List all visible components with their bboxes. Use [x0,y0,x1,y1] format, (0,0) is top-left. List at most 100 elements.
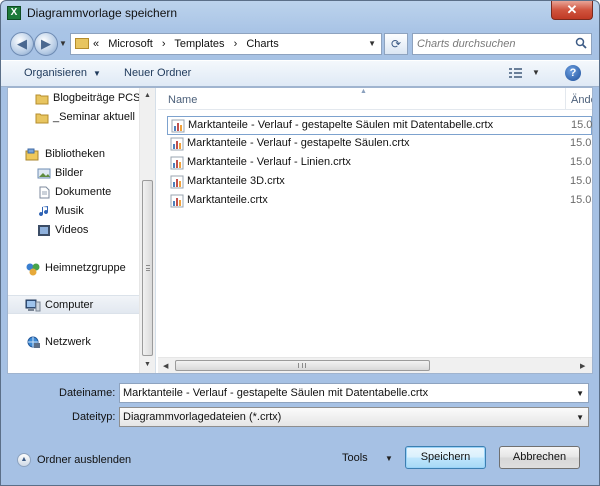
file-date: 15.05 [570,175,592,187]
nav-item-seminar[interactable]: _Seminar aktuell [8,108,138,127]
file-row[interactable]: Marktanteile 3D.crtx 15.05 [167,173,592,192]
excel-app-icon: X [7,6,21,20]
hide-folders-label: Ordner ausblenden [37,454,132,466]
chevron-down-icon[interactable]: ▼ [576,389,584,398]
scrollbar-thumb[interactable] [142,180,153,356]
address-bar[interactable]: « Microsoft › Templates › Charts ▼ [70,33,382,55]
nav-item-label: Videos [55,224,89,236]
command-toolbar: Organisieren ▼ Neuer Ordner ▼ ? [1,60,599,87]
computer-icon [25,299,41,315]
file-date: 15.05 [570,156,592,168]
nav-item-videos[interactable]: Videos [8,221,138,240]
change-view-icon[interactable] [508,67,524,82]
filename-field[interactable]: ▼ [119,383,589,403]
scroll-down-arrow-icon[interactable]: ▼ [144,361,151,368]
scroll-right-arrow-icon[interactable]: ▶ [580,362,585,370]
file-name: Marktanteile - Verlauf - gestapelte Säul… [188,119,494,131]
view-options-dropdown-icon[interactable]: ▼ [532,68,540,77]
nav-item-label: Musik [55,205,84,217]
chart-template-file-icon [170,137,184,151]
breadcrumb-separator[interactable]: › [162,38,166,50]
filetype-label: Dateityp: [72,411,116,423]
recent-locations-dropdown-icon[interactable]: ▼ [59,39,67,48]
pictures-icon [37,167,51,183]
homegroup-icon [25,262,41,279]
breadcrumb: « Microsoft › Templates › Charts [93,38,285,50]
save-button[interactable]: Speichern [405,446,486,469]
nav-item-label: Dokumente [55,186,112,198]
close-button[interactable]: ✕ [551,1,593,20]
chevron-down-icon[interactable]: ▼ [576,413,584,422]
file-row[interactable]: Marktanteile.crtx 15.05 [167,192,592,211]
address-dropdown-icon[interactable]: ▼ [368,39,376,48]
cancel-button[interactable]: Abbrechen [499,446,580,469]
network-icon [25,336,41,352]
search-box[interactable] [412,33,592,55]
file-name: Marktanteile.crtx [187,194,268,206]
back-button[interactable]: ◀ [10,32,34,56]
breadcrumb-item-charts[interactable]: Charts [246,38,278,50]
save-chart-template-dialog: X Diagrammvorlage speichern ✕ ◀ ▶ ▼ « Mi… [0,0,600,486]
help-icon[interactable]: ? [565,65,581,81]
new-folder-button[interactable]: Neuer Ordner [124,67,191,79]
tools-label: Tools [342,452,368,464]
nav-item-label: Computer [45,299,94,311]
forward-button[interactable]: ▶ [34,32,58,56]
scroll-up-arrow-icon[interactable]: ▲ [144,92,151,99]
filename-label: Dateiname: [59,387,116,399]
nav-item-computer[interactable]: Computer [8,295,140,314]
nav-item-network[interactable]: Netzwerk [8,333,138,352]
breadcrumb-item-microsoft[interactable]: Microsoft [108,38,153,50]
breadcrumb-overflow[interactable]: « [93,38,99,50]
scrollbar-thumb[interactable] [175,360,430,371]
chevron-down-icon: ▼ [93,69,101,78]
file-date: 15.05 [571,119,592,131]
chart-template-file-icon [170,175,184,189]
nav-item-music[interactable]: Musik [8,202,138,221]
libraries-icon [25,148,41,164]
breadcrumb-item-templates[interactable]: Templates [174,38,224,50]
scrollbar-grip-icon [146,265,150,271]
file-date: 15.05 [570,137,592,149]
chevron-down-icon: ▼ [385,454,393,463]
search-input[interactable] [417,37,567,51]
organize-label: Organisieren [24,67,87,79]
file-list: ▲ Name Ände Marktanteile - Verlauf - ges… [158,88,592,373]
nav-item-pictures[interactable]: Bilder [8,164,138,183]
videos-icon [37,224,51,240]
file-date: 15.05 [570,194,592,206]
file-name: Marktanteile - Verlauf - gestapelte Säul… [187,137,410,149]
file-row[interactable]: Marktanteile - Verlauf - gestapelte Säul… [167,135,592,154]
nav-item-label: Bilder [55,167,84,179]
search-icon[interactable] [575,37,587,52]
collapse-up-icon: ▲ [17,453,31,467]
refresh-button[interactable]: ⟳ [384,33,408,55]
breadcrumb-separator[interactable]: › [234,38,238,50]
nav-item-blogbeitraege[interactable]: Blogbeiträge PCS [8,89,140,108]
tools-menu[interactable]: Tools ▼ [342,451,397,469]
nav-item-libraries[interactable]: Bibliotheken [8,145,138,164]
filetype-value: Diagrammvorlagedateien (*.crtx) [123,411,282,423]
nav-item-homegroup[interactable]: Heimnetzgruppe [8,259,138,278]
nav-item-label: Bibliotheken [45,148,105,160]
column-header-name[interactable]: Name [168,94,197,106]
scroll-left-arrow-icon[interactable]: ◀ [163,362,168,370]
column-header-modified[interactable]: Ände [571,94,592,106]
filetype-select[interactable]: Diagrammvorlagedateien (*.crtx) ▼ [119,407,589,427]
chart-template-file-icon [170,156,184,170]
folder-icon [75,38,89,49]
column-header-row: ▲ Name Ände [158,88,592,110]
file-row[interactable]: Marktanteile - Verlauf - gestapelte Säul… [167,116,592,135]
column-divider[interactable] [565,88,566,110]
file-row[interactable]: Marktanteile - Verlauf - Linien.crtx 15.… [167,154,592,173]
navigation-pane-scrollbar[interactable]: ▲ ▼ [139,88,155,373]
window-title: Diagrammvorlage speichern [27,6,178,20]
file-name: Marktanteile 3D.crtx [187,175,285,187]
file-list-horizontal-scrollbar[interactable]: ◀ ▶ [158,357,592,373]
organize-menu[interactable]: Organisieren ▼ [24,67,101,79]
filename-input[interactable] [123,386,563,400]
nav-item-documents[interactable]: Dokumente [8,183,138,202]
folder-icon [35,111,49,127]
navigation-pane: Blogbeiträge PCS _Seminar aktuell Biblio… [8,88,156,373]
navigation-bar: ◀ ▶ ▼ « Microsoft › Templates › Charts ▼… [1,29,599,59]
